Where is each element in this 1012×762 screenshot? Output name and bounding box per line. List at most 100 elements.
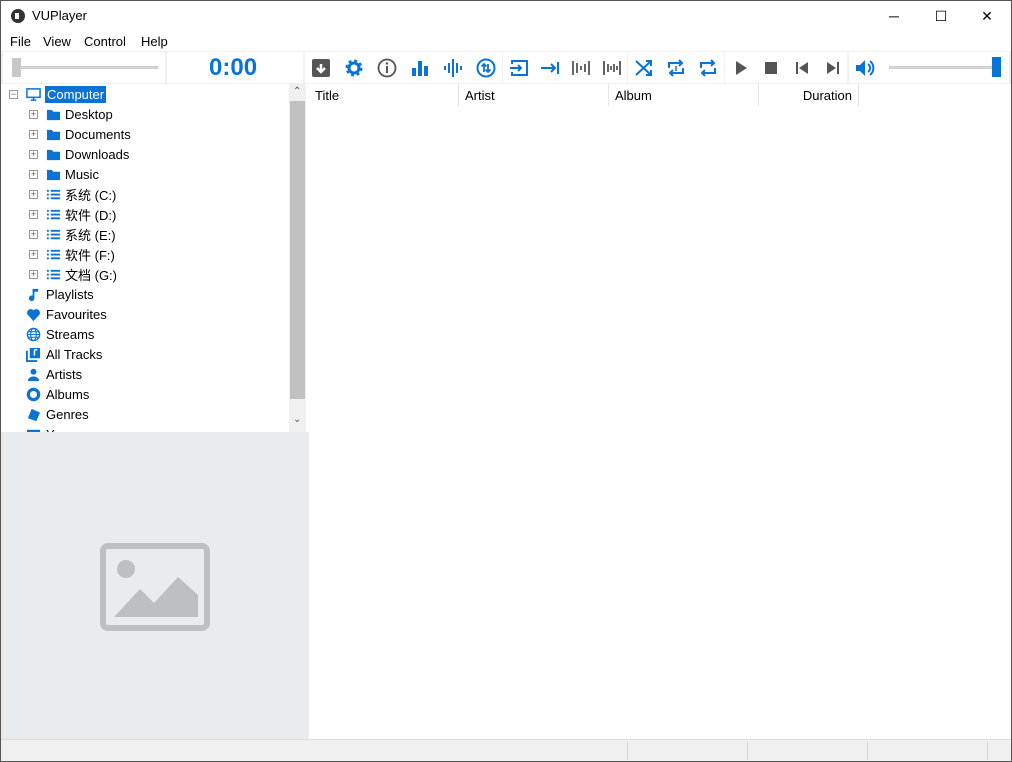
play-button[interactable] — [725, 52, 756, 83]
tree-item-drive[interactable]: 系统 (C:) — [45, 184, 116, 204]
tree-label: Artists — [46, 366, 83, 382]
tree-item-library[interactable]: All Tracks — [25, 344, 102, 364]
expand-toggle[interactable]: + — [29, 270, 38, 279]
drive-icon — [45, 226, 61, 242]
scroll-thumb[interactable] — [290, 101, 305, 399]
track-gain-button[interactable] — [565, 52, 596, 83]
tree-label: Albums — [46, 386, 90, 402]
seek-thumb[interactable] — [12, 58, 21, 77]
seek-bar[interactable] — [3, 52, 165, 83]
waveform-button[interactable] — [437, 52, 468, 83]
tree-label: Music — [65, 166, 99, 182]
repeat-all-button[interactable] — [692, 52, 723, 83]
image-placeholder-icon — [100, 543, 210, 631]
tree-item-library[interactable]: Artists — [25, 364, 82, 384]
scroll-up-arrow[interactable]: ⌃ — [293, 86, 301, 97]
time-readout: 0:00 — [209, 54, 258, 81]
expand-toggle[interactable]: + — [29, 230, 38, 239]
equalizer-button[interactable] — [404, 52, 435, 83]
archive-button[interactable] — [305, 52, 336, 83]
tree-item-folder[interactable]: Music — [45, 164, 99, 184]
tree-label: Streams — [46, 326, 95, 342]
menu-file[interactable]: File — [10, 34, 31, 49]
menu-control[interactable]: Control — [84, 34, 126, 49]
menu-view[interactable]: View — [43, 34, 71, 49]
shuffle-icon — [634, 59, 652, 76]
expand-toggle[interactable]: + — [29, 110, 38, 119]
column-header-title[interactable]: Title — [309, 84, 459, 106]
info-icon — [377, 58, 396, 77]
tree-label: 系统 (E:) — [65, 227, 116, 243]
menu-bar: File View Control Help — [1, 31, 1011, 51]
info-button[interactable] — [371, 52, 402, 83]
tree-item-library[interactable]: Genres — [25, 404, 89, 424]
expand-toggle[interactable]: + — [29, 130, 38, 139]
tree-scrollbar[interactable]: ⌃ ⌄ — [289, 84, 306, 432]
minimize-button[interactable]: ─ — [871, 1, 917, 31]
tree-label: Favourites — [46, 306, 107, 322]
tree-item-folder[interactable]: Downloads — [45, 144, 129, 164]
crossfade-button[interactable] — [503, 52, 534, 83]
shuffle-button[interactable] — [628, 52, 659, 83]
tree-item-folder[interactable]: Documents — [45, 124, 131, 144]
tree-item-computer[interactable]: Computer — [25, 84, 107, 104]
column-header-duration[interactable]: Duration — [759, 84, 859, 106]
follow-track-button[interactable] — [534, 52, 565, 83]
skip-forward-icon — [826, 61, 839, 74]
artwork-panel — [1, 432, 309, 739]
time-display: 0:00 — [167, 52, 303, 83]
tree-item-drive[interactable]: 软件 (F:) — [45, 244, 115, 264]
arrow-to-line-icon — [540, 61, 559, 74]
enter-icon — [509, 59, 528, 76]
globe-icon — [25, 326, 41, 342]
app-icon — [11, 9, 25, 23]
mute-button[interactable] — [849, 52, 880, 83]
album-gain-button[interactable] — [596, 52, 627, 83]
tree-item-drive[interactable]: 系统 (E:) — [45, 224, 116, 244]
settings-button[interactable] — [338, 52, 369, 83]
repeat-one-button[interactable] — [660, 52, 691, 83]
tree-item-library[interactable]: Favourites — [25, 304, 107, 324]
convert-button[interactable] — [470, 52, 501, 83]
tree-item-library[interactable]: Albums — [25, 384, 89, 404]
tree-label: 软件 (D:) — [65, 207, 117, 223]
folder-icon — [45, 106, 61, 122]
tree-item-drive[interactable]: 软件 (D:) — [45, 204, 116, 224]
tree-item-folder[interactable]: Desktop — [45, 104, 113, 124]
tree-label: Desktop — [65, 106, 113, 122]
music-note-icon — [25, 286, 41, 302]
playlist-view: Title Artist Album Duration — [309, 84, 1011, 739]
expand-toggle[interactable]: + — [29, 210, 38, 219]
next-button[interactable] — [817, 52, 848, 83]
expand-toggle[interactable]: + — [29, 170, 38, 179]
maximize-button[interactable]: ☐ — [918, 1, 964, 31]
scroll-down-arrow[interactable]: ⌄ — [293, 414, 301, 425]
gain-icon — [571, 60, 590, 75]
tree-item-library[interactable]: Playlists — [25, 284, 94, 304]
play-icon — [735, 60, 747, 75]
tree-item-library[interactable]: Streams — [25, 324, 94, 344]
tracks-icon — [25, 346, 41, 362]
gain-icon — [602, 60, 621, 75]
tree-label: Genres — [46, 406, 89, 422]
column-header-album[interactable]: Album — [609, 84, 759, 106]
repeat-one-icon — [667, 58, 684, 77]
collapse-toggle[interactable]: − — [9, 90, 18, 99]
expand-toggle[interactable]: + — [29, 150, 38, 159]
tree-label: Computer — [45, 85, 107, 103]
expand-toggle[interactable]: + — [29, 250, 38, 259]
stop-button[interactable] — [755, 52, 786, 83]
tree-item-library[interactable]: Years — [25, 424, 79, 432]
sync-icon — [476, 58, 495, 77]
window-title: VUPlayer — [32, 8, 87, 23]
previous-button[interactable] — [786, 52, 817, 83]
close-button[interactable]: ✕ — [964, 1, 1010, 31]
column-header-artist[interactable]: Artist — [459, 84, 609, 106]
repeat-icon — [699, 58, 716, 77]
tree-label: 文档 (G:) — [65, 267, 117, 283]
gear-icon — [345, 59, 362, 76]
volume-thumb[interactable] — [992, 57, 1001, 77]
menu-help[interactable]: Help — [141, 34, 168, 49]
expand-toggle[interactable]: + — [29, 190, 38, 199]
tree-item-drive[interactable]: 文档 (G:) — [45, 264, 117, 284]
